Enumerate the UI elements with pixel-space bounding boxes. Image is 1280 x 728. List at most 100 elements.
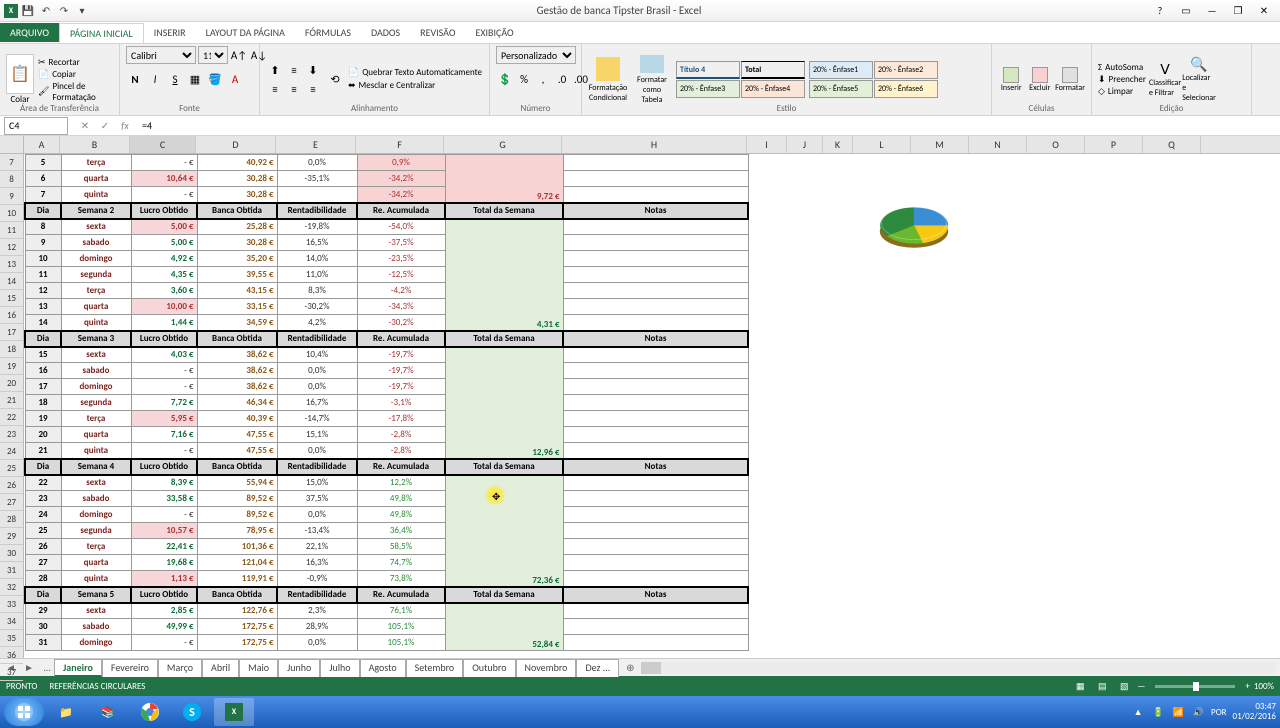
skype-button[interactable]: S (172, 698, 212, 726)
undo-button[interactable]: ↶ (38, 3, 54, 19)
style-total[interactable]: Total (741, 61, 805, 79)
row-header-32[interactable]: 32 (0, 579, 23, 596)
cell[interactable]: 4,2% (277, 315, 357, 331)
col-header-p[interactable]: P (1085, 136, 1143, 153)
row-header-14[interactable]: 14 (0, 273, 23, 290)
cell[interactable]: 172,75 € (197, 635, 277, 651)
sheet-tab-novembro[interactable]: Novembro (516, 659, 577, 677)
cell[interactable]: 12,96 € (445, 347, 563, 459)
cell[interactable]: 30,28 € (197, 171, 277, 187)
restore-button[interactable]: ❐ (1226, 3, 1250, 19)
border-button[interactable]: ▦ (186, 70, 204, 88)
cell[interactable]: 40,92 € (197, 155, 277, 171)
menu-formulas[interactable]: FÓRMULAS (295, 23, 361, 42)
autosum-button[interactable]: Σ AutoSoma (1098, 62, 1146, 73)
cell[interactable]: - € (131, 443, 197, 459)
cell[interactable]: 0,0% (277, 363, 357, 379)
row-header-13[interactable]: 13 (0, 256, 23, 273)
sheet-tab-agosto[interactable]: Agosto (360, 659, 406, 677)
cell[interactable]: Re. Acumulada (357, 587, 445, 603)
percent-button[interactable]: % (515, 70, 533, 88)
cell[interactable]: 10,64 € (131, 171, 197, 187)
volume-icon[interactable]: 🔊 (1191, 705, 1205, 719)
row-header-34[interactable]: 34 (0, 613, 23, 630)
sheet-tab-junho[interactable]: Junho (278, 659, 320, 677)
cell[interactable]: 0,0% (277, 635, 357, 651)
align-center-button[interactable]: ≡ (285, 80, 303, 98)
row-header-27[interactable]: 27 (0, 494, 23, 511)
cell[interactable]: Re. Acumulada (357, 203, 445, 219)
style-enfase1[interactable]: 20% - Ênfase1 (809, 61, 873, 79)
cell[interactable]: -34,2% (357, 171, 445, 187)
col-header-j[interactable]: J (787, 136, 823, 153)
col-header-h[interactable]: H (562, 136, 747, 153)
cell[interactable]: 3,60 € (131, 283, 197, 299)
zoom-in-button[interactable]: + (1245, 681, 1249, 692)
cell[interactable]: 38,62 € (197, 363, 277, 379)
formula-input[interactable] (138, 119, 1280, 132)
network-icon[interactable]: 📶 (1171, 705, 1185, 719)
tab-next-button[interactable]: ► (22, 661, 36, 675)
cell[interactable]: Notas (563, 203, 748, 219)
cell[interactable]: 101,36 € (197, 539, 277, 555)
cell[interactable]: 27 (25, 555, 61, 571)
row-header-23[interactable]: 23 (0, 426, 23, 443)
cell[interactable]: Notas (563, 587, 748, 603)
language-indicator[interactable]: POR (1211, 707, 1227, 718)
menu-view[interactable]: EXIBIÇÃO (465, 23, 523, 42)
col-header-g[interactable]: G (444, 136, 562, 153)
sheet-tab-janeiro[interactable]: Janeiro (54, 659, 102, 677)
cell[interactable]: segunda (61, 395, 131, 411)
cell[interactable]: quinta (61, 571, 131, 587)
cell[interactable] (563, 363, 748, 379)
cell[interactable]: sexta (61, 603, 131, 619)
font-size-select[interactable]: 11 (198, 46, 228, 64)
cell[interactable]: 30,28 € (197, 187, 277, 203)
number-format-select[interactable]: Personalizado (496, 46, 576, 64)
cell[interactable] (563, 507, 748, 523)
cell[interactable]: 7,16 € (131, 427, 197, 443)
cell[interactable]: 14,0% (277, 251, 357, 267)
cell[interactable]: 35,20 € (197, 251, 277, 267)
cell[interactable] (563, 251, 748, 267)
cell[interactable]: Dia (25, 587, 61, 603)
row-header-29[interactable]: 29 (0, 528, 23, 545)
wrap-text-button[interactable]: 📄 Quebrar Texto Automaticamente (348, 67, 482, 78)
cell[interactable]: Lucro Obtido (131, 331, 197, 347)
cell[interactable]: Total da Semana (445, 459, 563, 475)
italic-button[interactable]: I (146, 70, 164, 88)
cell[interactable]: 16,5% (277, 235, 357, 251)
cell[interactable]: Re. Acumulada (357, 331, 445, 347)
show-hidden-icons[interactable]: ▲ (1131, 705, 1145, 719)
fill-color-button[interactable]: 🪣 (206, 70, 224, 88)
cell[interactable]: 23 (25, 491, 61, 507)
cell[interactable] (563, 539, 748, 555)
ribbon-options-button[interactable]: ▭ (1174, 3, 1198, 19)
tab-more-button[interactable]: ... (40, 661, 54, 675)
cell[interactable]: -30,2% (277, 299, 357, 315)
cell[interactable] (563, 475, 748, 491)
cell[interactable]: 74,7% (357, 555, 445, 571)
align-left-button[interactable]: ≡ (266, 80, 284, 98)
cell[interactable]: 72,36 € (445, 475, 563, 587)
font-name-select[interactable]: Calibri (126, 46, 196, 64)
qat-more-icon[interactable]: ▾ (74, 3, 90, 19)
cell[interactable]: 8 (25, 219, 61, 235)
cell[interactable]: 28 (25, 571, 61, 587)
row-header-37[interactable]: 37 (0, 664, 23, 681)
underline-button[interactable]: S (166, 70, 184, 88)
cell[interactable]: -37,5% (357, 235, 445, 251)
zoom-level[interactable]: 100% (1254, 681, 1274, 692)
cell[interactable]: Lucro Obtido (131, 459, 197, 475)
cell[interactable]: 0,0% (277, 155, 357, 171)
cell[interactable] (563, 171, 748, 187)
save-button[interactable]: 💾 (20, 3, 36, 19)
select-all-corner[interactable] (0, 136, 24, 154)
cell[interactable]: 52,84 € (445, 603, 563, 651)
cell[interactable]: 58,5% (357, 539, 445, 555)
cell[interactable]: 8,3% (277, 283, 357, 299)
cell[interactable]: quinta (61, 315, 131, 331)
col-header-a[interactable]: A (24, 136, 60, 153)
cell[interactable]: domingo (61, 251, 131, 267)
cell[interactable]: 15 (25, 347, 61, 363)
